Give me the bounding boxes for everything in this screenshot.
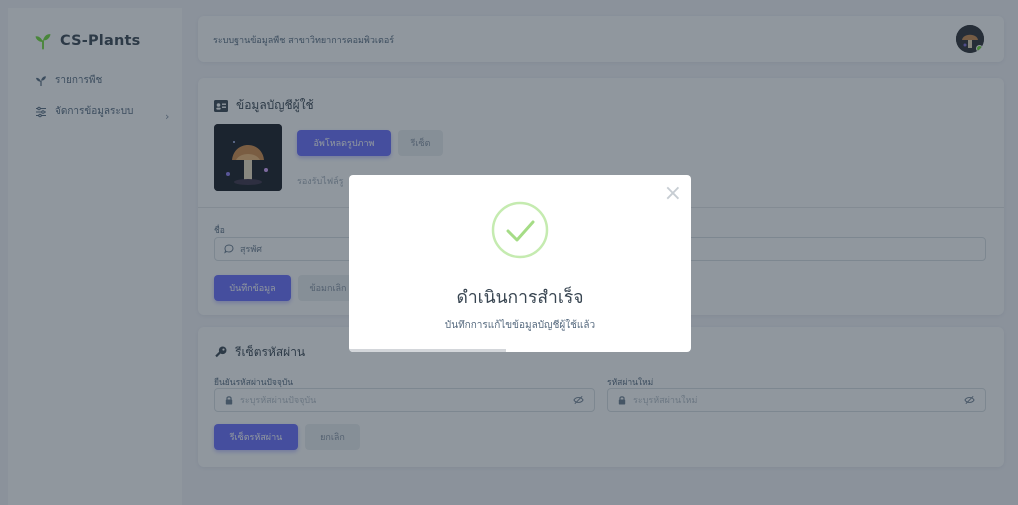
- success-check-icon: [491, 201, 549, 259]
- dialog-message: บันทึกการแก้ไขข้อมูลบัญชีผู้ใช้แล้ว: [444, 320, 596, 331]
- success-dialog: × ดำเนินการสำเร็จ บันทึกการแก้ไขข้อมูลบั…: [349, 175, 691, 352]
- timer-progress-bar: [349, 349, 691, 352]
- close-icon[interactable]: ×: [664, 183, 682, 205]
- timer-progress-fill: [349, 349, 507, 352]
- dialog-title: ดำเนินการสำเร็จ: [456, 288, 584, 308]
